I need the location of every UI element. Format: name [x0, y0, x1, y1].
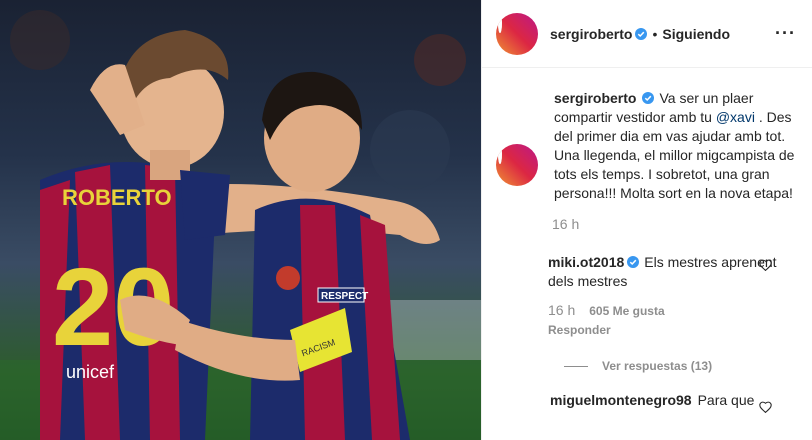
- comment-item: miki.ot2018 Els mestres aprenent dels mes…: [496, 253, 796, 337]
- comment-text: miguelmontenegro98 Para que: [550, 391, 754, 410]
- reply-button[interactable]: Responder: [548, 323, 778, 337]
- comment-timestamp[interactable]: 16 h: [548, 302, 575, 318]
- author-avatar[interactable]: [496, 12, 538, 55]
- verified-badge-icon: [635, 27, 648, 40]
- separator-dot: •: [652, 25, 658, 42]
- comments-list: sergiroberto Va ser un plaer compartir ve…: [482, 68, 812, 413]
- players-illustration: ROBERTO 20 unicef RESPECT RACISM: [0, 10, 481, 440]
- post-side-panel: sergiroberto • Siguiendo ··· sergirobert…: [481, 0, 812, 440]
- caption-timestamp[interactable]: 16 h: [552, 216, 796, 232]
- replies-divider: [564, 365, 588, 367]
- comment-text: miki.ot2018 Els mestres aprenent dels mes…: [548, 253, 778, 291]
- follow-status-button[interactable]: Siguiendo: [662, 26, 730, 42]
- verified-badge-icon: [627, 256, 640, 268]
- post-photo[interactable]: ROBERTO 20 unicef RESPECT RACISM: [0, 0, 481, 440]
- like-comment-heart-icon[interactable]: [759, 259, 772, 271]
- mention-link[interactable]: @xavi: [716, 109, 755, 125]
- view-replies-label[interactable]: Ver respuestas (13): [602, 359, 712, 373]
- post-header: sergiroberto • Siguiendo ···: [482, 0, 812, 68]
- comment-body: Para que: [697, 392, 755, 408]
- comment-item-partial: miguelmontenegro98 Para que: [496, 391, 796, 413]
- commenter-avatar[interactable]: [499, 274, 533, 308]
- sponsor-text: unicef: [66, 362, 115, 382]
- commenter-username[interactable]: miguelmontenegro98: [550, 392, 692, 408]
- author-username[interactable]: sergiroberto: [550, 26, 632, 42]
- jersey-name: ROBERTO: [62, 185, 172, 210]
- caption: sergiroberto Va ser un plaer compartir ve…: [496, 90, 796, 203]
- like-comment-heart-icon[interactable]: [759, 401, 772, 413]
- instagram-post: ROBERTO 20 unicef RESPECT RACISM sergiro…: [0, 0, 812, 440]
- view-replies-button[interactable]: Ver respuestas (13): [564, 359, 796, 373]
- comment-meta: 16 h 605 Me gusta: [548, 302, 778, 318]
- commenter-username[interactable]: miki.ot2018: [548, 254, 624, 270]
- comment-likes[interactable]: 605 Me gusta: [589, 304, 664, 318]
- verified-badge-icon: [642, 92, 655, 104]
- sleeve-text: RESPECT: [321, 291, 368, 302]
- caption-author-avatar[interactable]: [496, 144, 538, 186]
- more-options-icon[interactable]: ···: [775, 23, 796, 44]
- caption-text: sergiroberto Va ser un plaer compartir ve…: [496, 89, 796, 203]
- caption-username[interactable]: sergiroberto: [554, 90, 636, 106]
